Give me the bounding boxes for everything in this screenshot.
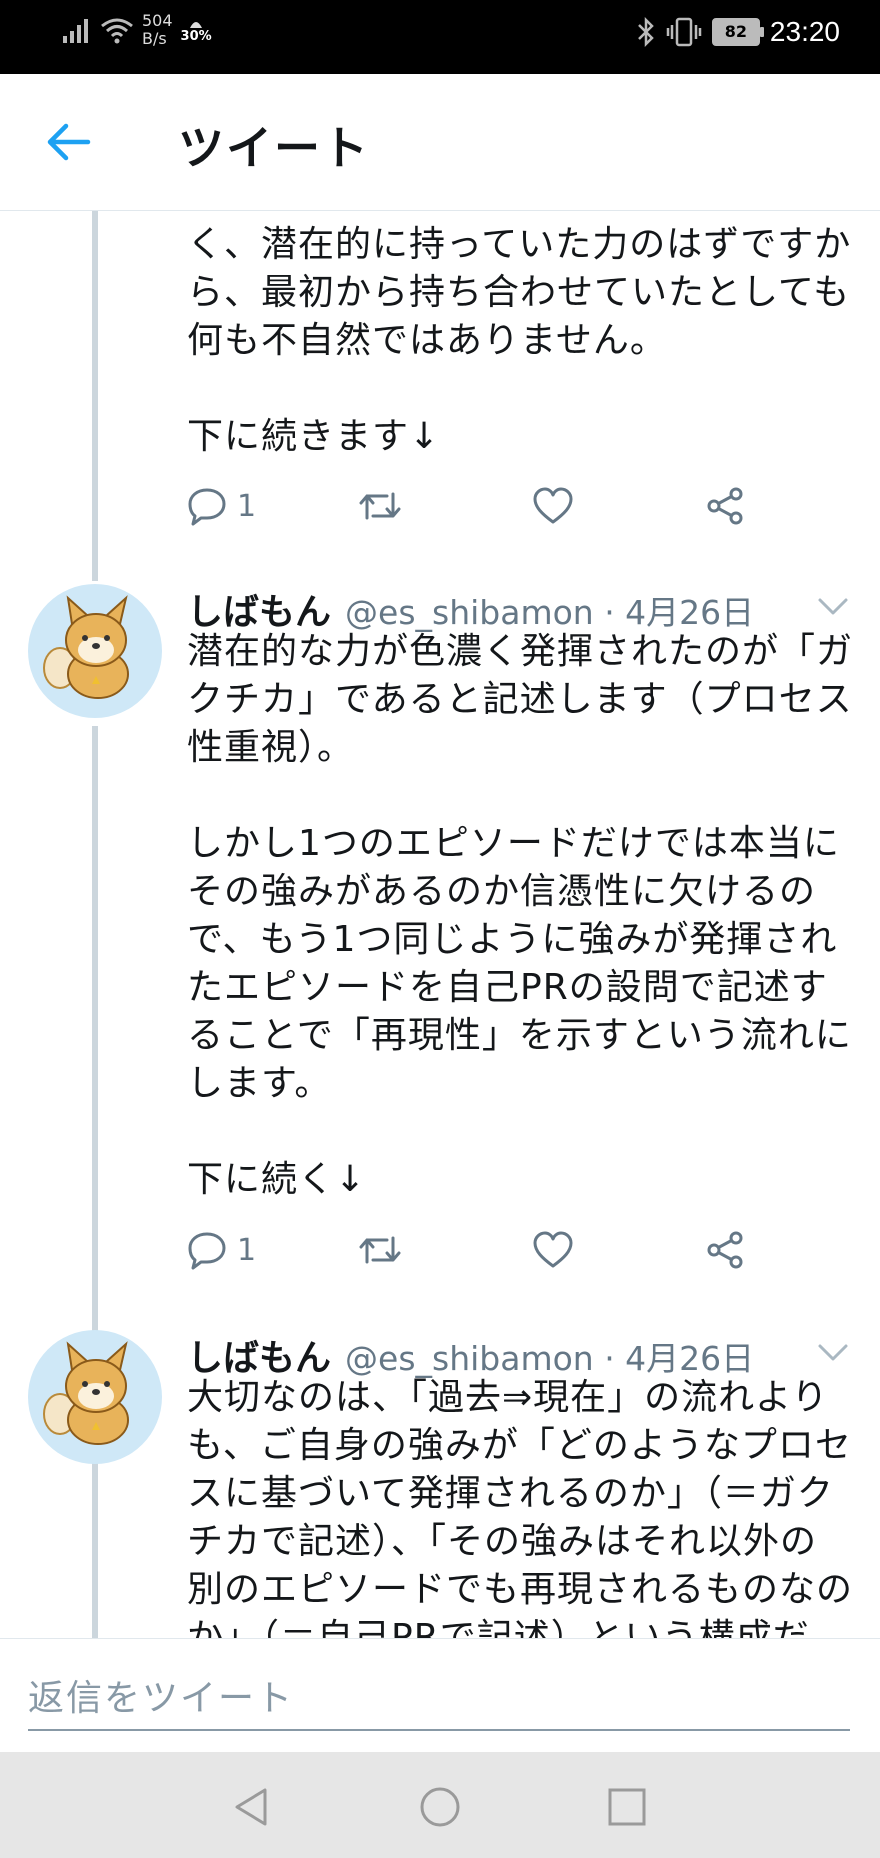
- chevron-down-icon[interactable]: [816, 1335, 850, 1369]
- tweet-actions: 1: [187, 1225, 787, 1275]
- thread-line: [92, 1475, 98, 1638]
- net-speed-unit: B/s: [142, 29, 167, 48]
- like-icon: [533, 1231, 573, 1268]
- vibrate-icon: [666, 17, 702, 47]
- clock: 23:20: [769, 16, 840, 47]
- like-icon: [533, 487, 573, 524]
- net-speed: 504 B/s: [142, 12, 173, 48]
- wifi-icon: [101, 18, 133, 44]
- tweet-text: 大切なのは、「過去⇒現在」の流れより も、ご自身の強みが「どのようなプロセ スに…: [187, 1377, 854, 1638]
- battery-icon: 82: [711, 18, 764, 46]
- shiba-dog-icon: [43, 595, 129, 699]
- nav-recents-icon[interactable]: [602, 1782, 652, 1832]
- system-nav-bar: [0, 1752, 880, 1858]
- status-right: 82 23:20: [636, 16, 840, 48]
- reply-bar: 返信をツイート: [0, 1638, 880, 1753]
- thread-line: [92, 211, 98, 581]
- avatar[interactable]: [28, 584, 162, 718]
- bluetooth-icon: [638, 17, 654, 47]
- chevron-down-icon[interactable]: [816, 589, 850, 623]
- share-button[interactable]: [705, 481, 745, 531]
- retweet-icon: [359, 492, 401, 520]
- reply-count: 1: [237, 488, 257, 524]
- status-left: 504 B/s 30%: [62, 12, 212, 48]
- back-arrow-icon[interactable]: [44, 118, 92, 166]
- data-icon: [190, 22, 203, 28]
- nav-back-icon[interactable]: [227, 1782, 277, 1832]
- signal-icon: [63, 19, 88, 43]
- retweet-button[interactable]: [357, 1225, 403, 1275]
- like-button[interactable]: [532, 1225, 574, 1275]
- nav-home-icon[interactable]: [415, 1782, 465, 1832]
- tweet-header: しばもん @es_shibamon · 4月26日: [187, 1329, 857, 1379]
- retweet-button[interactable]: [357, 481, 403, 531]
- net-speed-value: 504: [142, 11, 173, 30]
- share-button[interactable]: [705, 1225, 745, 1275]
- page-title: ツイート: [178, 121, 370, 175]
- reply-input[interactable]: 返信をツイート: [28, 1669, 850, 1731]
- status-bar: 504 B/s 30% 82 23:20: [0, 0, 880, 74]
- reply-button[interactable]: 1: [187, 1225, 256, 1275]
- author-handle-date: @es_shibamon · 4月26日: [345, 593, 755, 632]
- shiba-dog-icon: [43, 1341, 129, 1445]
- tweet-text: く、潜在的に持っていた力のはずですか ら、最初から持ち合わせていたとしても 何も…: [187, 224, 852, 457]
- reply-count: 1: [237, 1232, 257, 1268]
- author-handle-date: @es_shibamon · 4月26日: [345, 1339, 755, 1378]
- like-button[interactable]: [532, 481, 574, 531]
- data-percent: 30%: [180, 29, 212, 44]
- reply-icon: [188, 488, 226, 526]
- retweet-icon: [359, 1236, 401, 1264]
- avatar[interactable]: [28, 1330, 162, 1464]
- share-icon: [707, 487, 743, 525]
- tweet-actions: 1: [187, 481, 787, 531]
- tweet-header: しばもん @es_shibamon · 4月26日: [187, 583, 857, 633]
- data-indicator: 30%: [181, 16, 212, 44]
- reply-button[interactable]: 1: [187, 481, 256, 531]
- app-header: ツイート: [0, 74, 880, 211]
- reply-icon: [188, 1232, 226, 1270]
- tweet-text: 潜在的な力が色濃く発揮されたのが「ガ クチカ」であると記述します（プロセス 性重…: [187, 631, 854, 1200]
- share-icon: [707, 1231, 743, 1269]
- tweet-thread[interactable]: く、潜在的に持っていた力のはずですか ら、最初から持ち合わせていたとしても 何も…: [0, 211, 880, 1638]
